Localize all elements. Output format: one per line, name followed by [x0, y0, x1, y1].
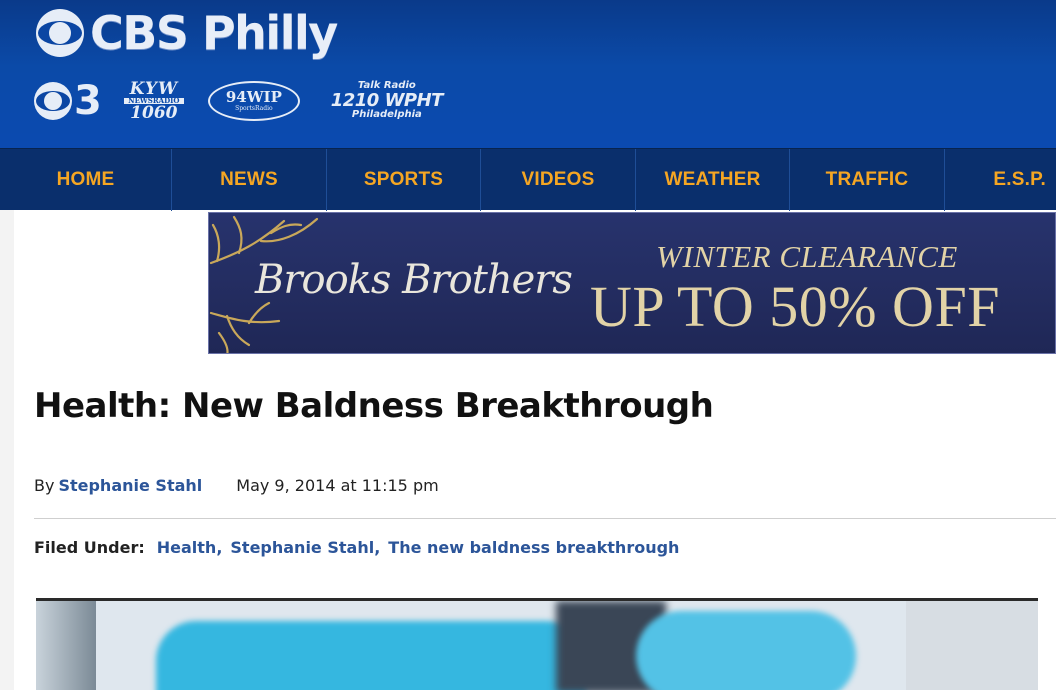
tag-link-baldness-breakthrough[interactable]: The new baldness breakthrough — [388, 538, 679, 557]
nav-home[interactable]: HOME — [0, 149, 172, 211]
page-left-gutter — [0, 210, 14, 690]
main-nav: HOME NEWS SPORTS VIDEOS WEATHER TRAFFIC … — [0, 148, 1056, 211]
byline: By Stephanie Stahl May 9, 2014 at 11:15 … — [34, 476, 439, 495]
cbs-philly-logo[interactable]: CBS Philly — [36, 4, 338, 62]
nav-news[interactable]: NEWS — [172, 149, 327, 211]
94wip-logo[interactable]: 94WIP SportsRadio — [207, 81, 300, 121]
article-title: Health: New Baldness Breakthrough — [34, 386, 714, 426]
filed-under-label: Filed Under: — [34, 538, 145, 557]
divider — [34, 518, 1056, 519]
nav-esp[interactable]: E.S.P. — [945, 149, 1056, 211]
cbs3-number: 3 — [74, 78, 102, 124]
wip-subtitle: SportsRadio — [235, 105, 273, 112]
nav-sports[interactable]: SPORTS — [327, 149, 481, 211]
kyw-frequency: 1060 — [130, 103, 178, 124]
byline-label: By — [34, 476, 55, 495]
ad-offer: UP TO 50% OFF — [590, 274, 1000, 339]
publish-date: May 9, 2014 at 11:15 pm — [236, 476, 439, 495]
video-frame-shape — [906, 601, 1038, 690]
ad-banner[interactable]: Brooks Brothers WINTER CLEARANCE UP TO 5… — [208, 212, 1056, 354]
nav-videos[interactable]: VIDEOS — [481, 149, 636, 211]
nav-traffic[interactable]: TRAFFIC — [790, 149, 945, 211]
cbs-eye-icon — [36, 9, 84, 57]
cbs3-logo[interactable]: 3 — [34, 78, 102, 124]
tag-separator: , — [374, 538, 381, 557]
ad-brand-name: Brooks Brothers — [255, 257, 573, 303]
video-frame-shade — [36, 601, 96, 690]
tag-separator: , — [216, 538, 223, 557]
station-logos: 3 KYW NEWSRADIO 1060 94WIP SportsRadio T… — [34, 72, 452, 130]
site-header: CBS Philly 3 KYW NEWSRADIO 1060 94WIP Sp… — [0, 0, 1056, 148]
brand-name: CBS Philly — [90, 6, 338, 60]
1210-wpht-logo[interactable]: Talk Radio 1210 WPHT Philadelphia — [322, 76, 452, 126]
article-video-player[interactable] — [36, 598, 1038, 690]
video-frame-shape — [636, 611, 856, 690]
wpht-city: Philadelphia — [351, 109, 422, 121]
wpht-name: 1210 WPHT — [330, 89, 444, 111]
kyw-newsradio-logo[interactable]: KYW NEWSRADIO 1060 — [120, 79, 188, 123]
ad-headline: WINTER CLEARANCE — [656, 239, 958, 274]
author-link[interactable]: Stephanie Stahl — [58, 476, 202, 495]
tag-link-stephanie-stahl[interactable]: Stephanie Stahl — [230, 538, 374, 557]
filed-under: Filed Under: Health , Stephanie Stahl , … — [34, 538, 679, 557]
tag-link-health[interactable]: Health — [157, 538, 217, 557]
nav-weather[interactable]: WEATHER — [636, 149, 790, 211]
kyw-letters: KYW — [129, 78, 179, 99]
cbs-eye-icon — [34, 82, 72, 120]
wip-name: 94WIP — [225, 88, 282, 106]
video-frame-shape — [156, 621, 586, 690]
